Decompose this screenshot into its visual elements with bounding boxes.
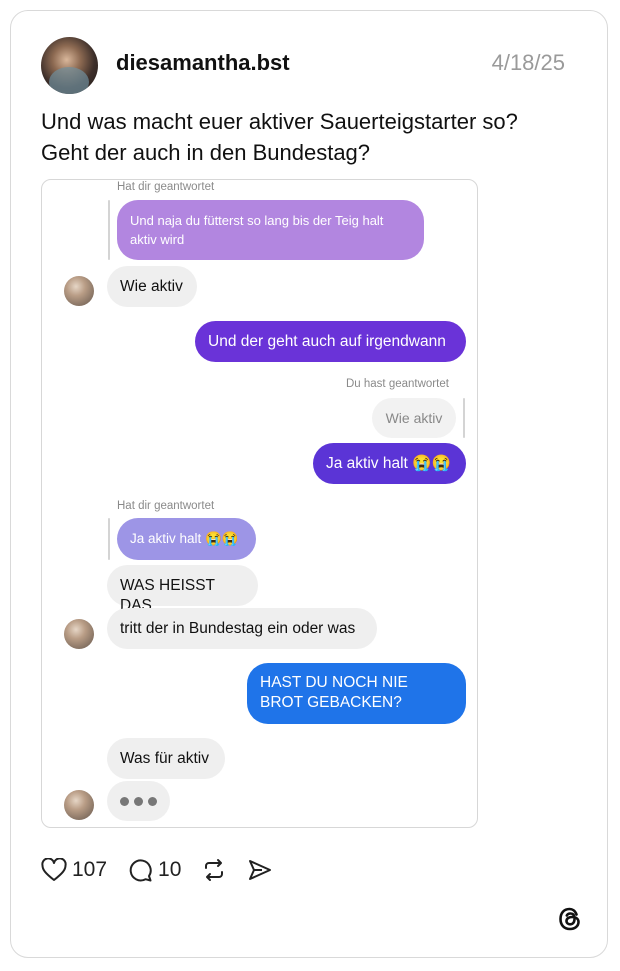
post-actions: 107 10 [41,855,293,885]
incoming-message: tritt der in Bundestag ein oder was [107,608,377,649]
chat-screenshot[interactable]: Hat dir geantwortet Und naja du fütterst… [41,179,478,828]
reply-note: Hat dir geantwortet [117,500,215,512]
outgoing-message: Ja aktiv halt 😭😭 [313,443,466,484]
heart-icon [41,858,67,882]
typing-indicator [107,781,170,821]
author-avatar[interactable] [41,37,98,94]
quoted-message: Und naja du fütterst so lang bis der Tei… [117,200,424,260]
contact-avatar [64,276,94,306]
outgoing-message: HAST DU NOCH NIE BROT GEBACKEN? [247,663,466,724]
caption-line-2: Geht der auch in den Bundestag? [41,140,371,165]
reply-note: Hat dir geantwortet [117,181,215,193]
quoted-message: Ja aktiv halt 😭😭 [117,518,256,560]
author-username[interactable]: diesamantha.bst [116,50,290,76]
contact-avatar [64,790,94,820]
reply-indicator-line [108,200,110,260]
share-button[interactable] [247,857,273,883]
share-icon [247,857,273,883]
like-count: 107 [72,858,108,881]
post-date: 4/18/25 [491,50,565,75]
incoming-message: Was für aktiv [107,738,225,779]
threads-logo-icon[interactable] [556,905,584,933]
incoming-message: Wie aktiv [107,266,197,307]
incoming-message: WAS HEISST DAS [107,565,258,614]
reply-indicator-line [108,518,110,560]
reply-note: Du hast geantwortet [346,378,449,390]
repost-icon [201,857,227,883]
comment-count: 10 [158,858,182,881]
comment-icon [127,857,153,883]
repost-button[interactable] [201,857,227,883]
comment-button[interactable]: 10 [127,857,181,883]
post-caption: Und was macht euer aktiver Sauerteigstar… [41,106,581,168]
contact-avatar [64,619,94,649]
reply-indicator-line [463,398,465,438]
outgoing-message: Und der geht auch auf irgendwann [195,321,466,362]
like-button[interactable]: 107 [41,858,107,882]
quoted-message: Wie aktiv [372,398,456,438]
caption-line-1: Und was macht euer aktiver Sauerteigstar… [41,109,518,134]
